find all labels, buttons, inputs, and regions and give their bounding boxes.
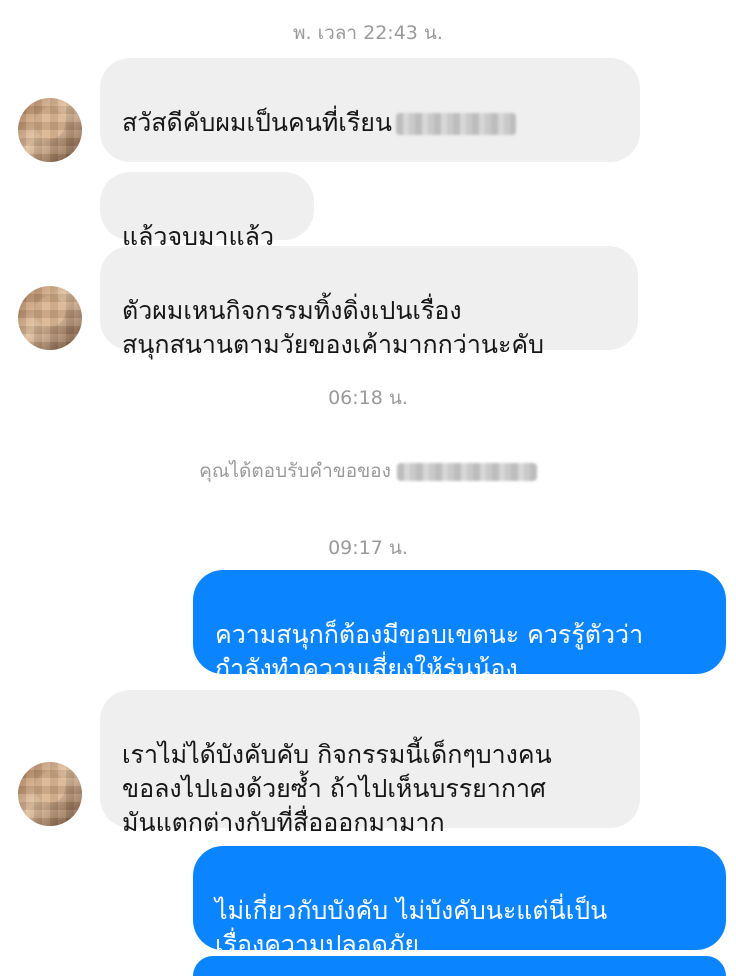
chat-thread[interactable]: พ. เวลา 22:43 น. สวัสดีคับผมเป็นคนที่เรี… xyxy=(0,0,736,976)
timestamp: 06:18 น. xyxy=(328,387,408,409)
message-bubble-incoming[interactable]: เราไม่ได้บังคับคับ กิจกรรมนี้เด็กๆบางคน … xyxy=(100,690,640,837)
message-text: ตัวผมเหนกิจกรรมทิ้งดิ่งเปนเรื่อง สนุกสนา… xyxy=(122,296,544,359)
message-bubble-incoming[interactable]: ตัวผมเหนกิจกรรมทิ้งดิ่งเปนเรื่อง สนุกสนา… xyxy=(100,246,638,359)
message-text: ไม่เกี่ยวกับบังคับ ไม่บังคับนะแต่นี่เป็น… xyxy=(215,896,608,959)
avatar[interactable] xyxy=(18,286,82,350)
message-bubble-outgoing[interactable]: ความสนุกก็ต้องมีขอบเขตนะ ควรรู้ตัวว่า กำ… xyxy=(193,570,726,683)
message-bubble-incoming[interactable]: แล้วจบมาแล้ว xyxy=(100,172,314,251)
redacted-name xyxy=(396,462,537,481)
system-message-text: คุณได้ตอบรับคำขอของ xyxy=(199,460,391,482)
message-bubble-incoming[interactable]: สวัสดีคับผมเป็นคนที่เรียน xyxy=(100,58,640,203)
avatar[interactable] xyxy=(18,98,82,162)
message-bubble-outgoing[interactable]: ไม่เกี่ยวกับบังคับ ไม่บังคับนะแต่นี่เป็น… xyxy=(193,846,726,959)
timestamp: 09:17 น. xyxy=(328,537,408,559)
redacted-name xyxy=(396,113,517,135)
message-bubble-outgoing[interactable] xyxy=(193,956,726,976)
system-message: คุณได้ตอบรับคำขอของ xyxy=(0,456,736,486)
timestamp: พ. เวลา 22:43 น. xyxy=(293,22,443,44)
avatar[interactable] xyxy=(18,762,82,826)
message-text: ความสนุกก็ต้องมีขอบเขตนะ ควรรู้ตัวว่า กำ… xyxy=(215,620,644,683)
message-text: สวัสดีคับผมเป็นคนที่เรียน xyxy=(122,108,393,137)
message-text: เราไม่ได้บังคับคับ กิจกรรมนี้เด็กๆบางคน … xyxy=(122,740,552,837)
